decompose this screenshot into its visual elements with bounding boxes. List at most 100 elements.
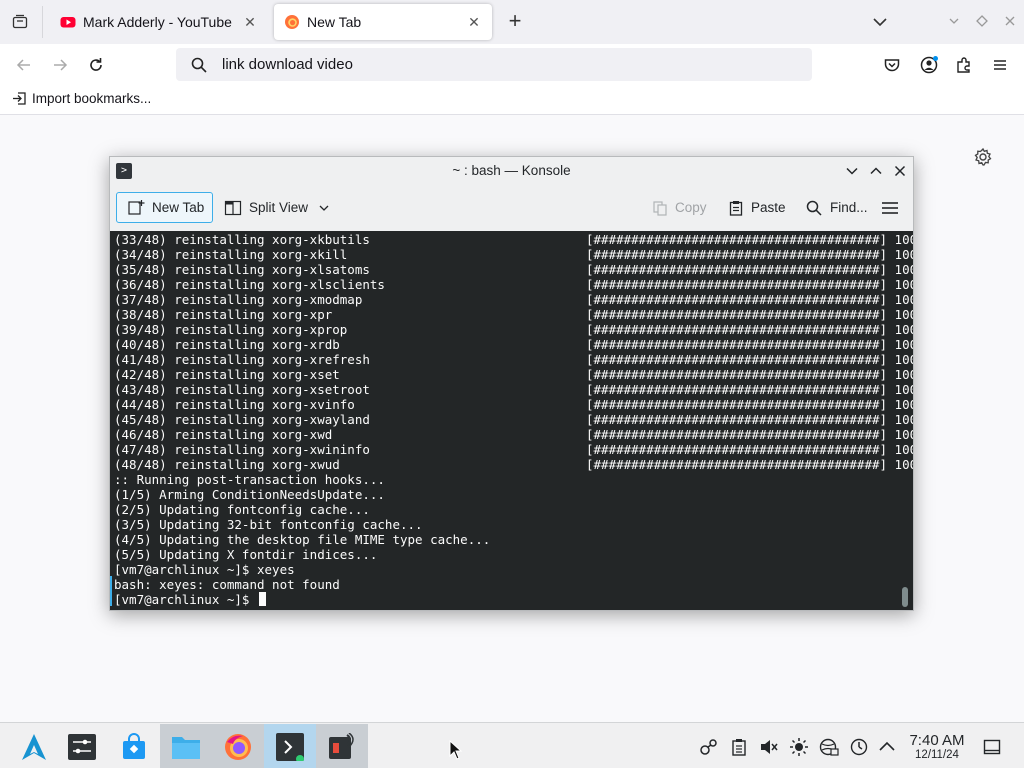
- arch-launcher-icon[interactable]: [8, 724, 60, 768]
- progress-bar-text: [######################################]…: [586, 337, 913, 352]
- import-bookmarks-label: Import bookmarks...: [32, 91, 152, 106]
- gear-icon[interactable]: [973, 147, 993, 167]
- brightness-icon[interactable]: [789, 737, 809, 757]
- terminal-line: (36/48) reinstalling xorg-xlsclients: [114, 277, 385, 292]
- tab-title: Mark Adderly - YouTube: [83, 14, 232, 30]
- network-settings-icon[interactable]: [699, 737, 719, 757]
- progress-bar-text: [######################################]…: [586, 247, 913, 262]
- progress-bar-text: [######################################]…: [586, 232, 913, 247]
- url-bar[interactable]: link download video: [176, 48, 812, 81]
- volume-muted-icon[interactable]: [759, 737, 779, 757]
- browser-tab-bar: Mark Adderly - YouTube ✕ New Tab ✕ +: [0, 0, 1024, 44]
- progress-bar-text: [######################################]…: [586, 367, 913, 382]
- close-tab-icon[interactable]: ✕: [242, 14, 258, 30]
- tab-list-icon[interactable]: [8, 10, 32, 34]
- plus-icon[interactable]: +: [503, 9, 527, 33]
- account-icon[interactable]: [917, 53, 941, 77]
- command-marker: [110, 576, 112, 606]
- menu-icon[interactable]: [988, 53, 1012, 77]
- terminal-line: (1/5) Arming ConditionNeedsUpdate...: [114, 487, 385, 502]
- file-manager-icon[interactable]: [160, 724, 212, 768]
- progress-bar-text: [######################################]…: [586, 442, 913, 457]
- discover-icon[interactable]: [108, 724, 160, 768]
- firefox-icon[interactable]: [212, 724, 264, 768]
- paste-button[interactable]: Paste: [720, 192, 794, 223]
- tab-youtube[interactable]: Mark Adderly - YouTube ✕: [50, 4, 268, 40]
- updates-icon[interactable]: [849, 737, 869, 757]
- reload-icon[interactable]: [84, 53, 108, 77]
- terminal-scrollbar[interactable]: [902, 587, 908, 607]
- split-view-icon: [224, 200, 242, 215]
- clock-date[interactable]: 12/11/24: [900, 749, 974, 761]
- terminal-command-line: [vm7@archlinux ~]$ xeyes: [114, 562, 295, 577]
- chevron-down-icon: [319, 205, 329, 211]
- progress-bar-text: [######################################]…: [586, 457, 913, 472]
- split-view-button[interactable]: Split View: [216, 192, 338, 223]
- terminal-line: (46/48) reinstalling xorg-xwd: [114, 427, 333, 442]
- minimize-icon[interactable]: [947, 14, 961, 28]
- network-icon[interactable]: [819, 737, 839, 757]
- clock-time[interactable]: 7:40 AM: [900, 732, 974, 749]
- terminal-prompt[interactable]: [vm7@archlinux ~]$: [114, 592, 266, 607]
- tab-new-tab[interactable]: New Tab ✕: [274, 4, 492, 40]
- split-view-label: Split View: [249, 200, 309, 215]
- terminal-line: (41/48) reinstalling xorg-xrefresh: [114, 352, 370, 367]
- restore-icon[interactable]: [975, 14, 989, 28]
- close-icon[interactable]: [1003, 14, 1017, 28]
- search-icon: [806, 200, 822, 216]
- progress-bar-text: [######################################]…: [586, 412, 913, 427]
- terminal-line: (37/48) reinstalling xorg-xmodmap: [114, 292, 363, 307]
- terminal-line: (3/5) Updating 32-bit fontconfig cache..…: [114, 517, 423, 532]
- forward-icon[interactable]: [48, 53, 72, 77]
- back-icon[interactable]: [12, 53, 36, 77]
- terminal-line: (43/48) reinstalling xorg-xsetroot: [114, 382, 370, 397]
- new-tab-icon: [128, 199, 145, 215]
- youtube-icon: [60, 14, 76, 30]
- clipboard-icon[interactable]: [729, 737, 749, 757]
- konsole-titlebar[interactable]: > ~ : bash — Konsole: [110, 157, 913, 185]
- prompt-text: [vm7@archlinux ~]$: [114, 592, 257, 607]
- progress-bar-text: [######################################]…: [586, 322, 913, 337]
- terminal-line: (48/48) reinstalling xorg-xwud: [114, 457, 340, 472]
- audio-app-icon[interactable]: [316, 724, 368, 768]
- terminal-line: (34/48) reinstalling xorg-xkill: [114, 247, 348, 262]
- terminal-line: (5/5) Updating X fontdir indices...: [114, 547, 378, 562]
- find-button[interactable]: Find...: [797, 192, 876, 223]
- close-icon[interactable]: [892, 163, 908, 179]
- progress-bar-text: [######################################]…: [586, 307, 913, 322]
- import-icon: [13, 92, 26, 105]
- import-bookmarks-button[interactable]: Import bookmarks...: [12, 91, 151, 106]
- maximize-icon[interactable]: [868, 163, 884, 179]
- konsole-toolbar: New Tab Split View Copy Paste Find...: [110, 187, 913, 229]
- progress-bar-text: [######################################]…: [586, 397, 913, 412]
- close-tab-icon[interactable]: ✕: [466, 14, 482, 30]
- copy-button[interactable]: Copy: [644, 192, 715, 223]
- progress-bar-text: [######################################]…: [586, 352, 913, 367]
- terminal-line: (2/5) Updating fontconfig cache...: [114, 502, 370, 517]
- terminal-line: (45/48) reinstalling xorg-xwayland: [114, 412, 370, 427]
- expand-tray-icon[interactable]: [877, 737, 897, 757]
- search-icon: [190, 56, 208, 74]
- browser-nav-bar: link download video: [0, 44, 1024, 86]
- copy-icon: [653, 200, 667, 216]
- terminal-line: (42/48) reinstalling xorg-xset: [114, 367, 340, 382]
- terminal-line: (47/48) reinstalling xorg-xwininfo: [114, 442, 370, 457]
- minimize-icon[interactable]: [844, 163, 860, 179]
- new-tab-button[interactable]: New Tab: [116, 192, 214, 223]
- window-title: ~ : bash — Konsole: [452, 163, 571, 178]
- progress-bar-text: [######################################]…: [586, 262, 913, 277]
- url-input[interactable]: link download video: [222, 56, 353, 73]
- system-settings-icon[interactable]: [56, 724, 108, 768]
- terminal-line: (44/48) reinstalling xorg-xvinfo: [114, 397, 355, 412]
- hamburger-menu-icon[interactable]: [873, 192, 914, 223]
- chevron-down-icon[interactable]: [870, 12, 890, 32]
- extensions-icon[interactable]: [952, 53, 976, 77]
- show-desktop-icon[interactable]: [982, 737, 1002, 757]
- tab-separator: [42, 6, 43, 38]
- bookmarks-bar: Import bookmarks...: [0, 86, 1024, 115]
- new-tab-label: New Tab: [152, 200, 205, 215]
- konsole-icon[interactable]: [264, 724, 316, 768]
- terminal-view[interactable]: (33/48) reinstalling xorg-xkbutils [####…: [110, 231, 913, 610]
- pocket-icon[interactable]: [880, 53, 904, 77]
- taskbar: [0, 722, 1024, 768]
